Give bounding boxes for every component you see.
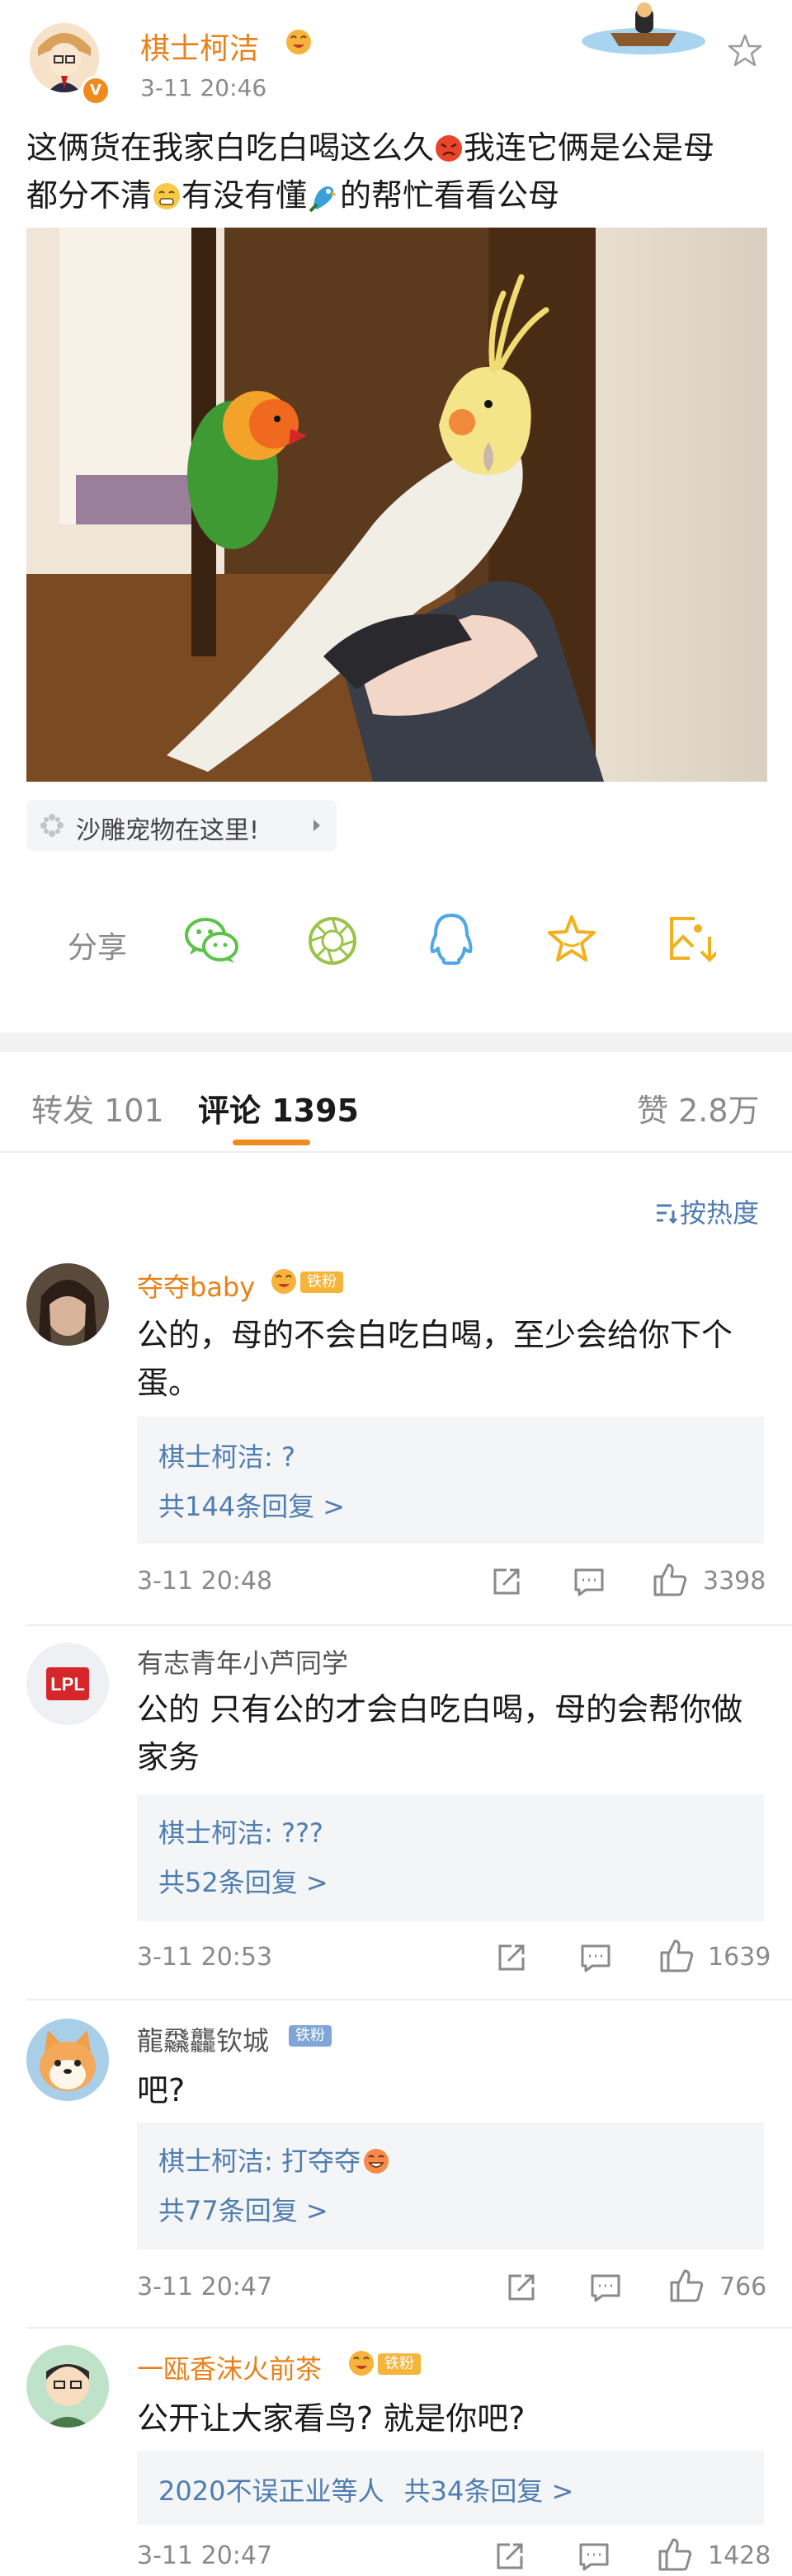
comment-username[interactable]: 一瓯香沫火前茶 [137, 2348, 322, 2386]
repost-icon[interactable] [505, 2271, 538, 2304]
tab-like[interactable]: 赞 2.8万 [637, 1085, 760, 1131]
vip-crown-icon [345, 2347, 378, 2378]
comment-text-line: 家务 [137, 1739, 200, 1775]
topic-icon [38, 811, 66, 839]
comment-icon[interactable] [578, 2540, 610, 2573]
reply-box[interactable]: 棋士柯洁: 打夺夺 共77条回复 > [137, 2122, 764, 2249]
more-replies-link[interactable]: 共52条回复 > [158, 1862, 328, 1900]
comment-text: 公的 只有公的才会白吃白喝，母的会帮你做 家务 [137, 1685, 780, 1781]
angry-emoji-icon [434, 129, 464, 162]
more-replies-link[interactable]: 共34条回复 > [404, 2475, 574, 2507]
topic-chip[interactable]: 沙雕宠物在这里! [26, 800, 337, 851]
topic-arrow-icon [310, 816, 323, 834]
comment-text: 吧? [137, 2072, 186, 2108]
favorite-star-icon[interactable] [726, 31, 764, 69]
comment-avatar[interactable]: LPL [26, 1643, 109, 1725]
comment-avatar[interactable] [26, 2019, 109, 2101]
like-count: 766 [719, 2273, 767, 2301]
like-count: 1639 [708, 1943, 771, 1972]
sort-button[interactable]: 按热度 [655, 1192, 759, 1230]
comment-icon[interactable] [573, 1565, 606, 1598]
comment-avatar[interactable] [26, 2345, 109, 2428]
post-image[interactable] [26, 228, 767, 782]
verified-badge-icon: V [81, 76, 111, 106]
svg-text:LPL: LPL [50, 1674, 85, 1695]
repost-icon[interactable] [493, 2540, 526, 2573]
parrot-emoji-icon [307, 178, 340, 213]
comment-text-line: 公的 只有公的才会白吃白喝，母的会帮你做 [137, 1691, 743, 1728]
save-image-icon[interactable] [665, 912, 719, 966]
comment-username[interactable]: 夺夺baby [137, 1267, 255, 1304]
comment-icon[interactable] [589, 2271, 622, 2304]
grin-emoji-icon [362, 2147, 390, 2175]
repost-icon[interactable] [495, 1941, 528, 1974]
boat-decoration-icon [578, 0, 710, 58]
tab-divider [0, 1151, 792, 1153]
comment-time: 3-11 20:48 [137, 1567, 273, 1596]
comment-username[interactable]: 龍飝龘钦城 [137, 2020, 269, 2058]
moments-icon[interactable] [305, 914, 360, 968]
comment-time: 3-11 20:47 [137, 2541, 273, 2570]
comment-text: 公开让大家看鸟? 就是你吧? [137, 2400, 526, 2437]
post-text-segment: 都分不清 [26, 177, 153, 214]
fan-badge: 铁粉 [300, 1272, 343, 1293]
more-replies-link[interactable]: 共77条回复 > [158, 2190, 328, 2228]
section-divider [0, 1032, 792, 1052]
vip-crown-icon [282, 26, 315, 56]
like-icon[interactable] [668, 2268, 705, 2304]
comment-text-line: 公的，母的不会白吃白喝，至少会给你下个 [137, 1317, 733, 1353]
qq-icon[interactable] [426, 910, 477, 968]
share-label: 分享 [68, 931, 128, 965]
post-author-name[interactable]: 棋士柯洁 [140, 25, 259, 68]
reply-text: 棋士柯洁: ??? [158, 1817, 323, 1849]
repost-icon[interactable] [490, 1565, 523, 1598]
like-count: 1428 [708, 2541, 771, 2570]
comment-text: 公的，母的不会白吃白喝，至少会给你下个 蛋。 [137, 1311, 764, 1407]
post-text-segment: 的帮忙看看公母 [340, 177, 560, 214]
tab-comment[interactable]: 评论 1395 [198, 1085, 359, 1131]
reply-line: 2020不误正业等人 共34条回复 > [158, 2470, 573, 2508]
comment-time: 3-11 20:47 [137, 2273, 273, 2301]
vip-crown-icon [267, 1265, 300, 1296]
favorite-icon[interactable] [544, 912, 599, 966]
post-text-segment: 有没有懂 [182, 177, 308, 214]
like-icon[interactable] [657, 2536, 693, 2573]
sort-label: 按热度 [680, 1197, 760, 1229]
post-text-segment: 这俩货在我家白吃白喝这么久 [26, 129, 435, 166]
reply-box[interactable]: 2020不误正业等人 共34条回复 > [137, 2451, 764, 2525]
comment-time: 3-11 20:53 [137, 1943, 273, 1972]
sort-icon [655, 1199, 680, 1225]
like-icon[interactable] [652, 1562, 688, 1598]
comment-username[interactable]: 有志青年小芦同学 [137, 1643, 348, 1681]
post-time: 3-11 20:46 [140, 74, 267, 101]
comment-divider [26, 1999, 792, 2000]
reply-line: 棋士柯洁: 打夺夺 [158, 2141, 390, 2179]
comment-avatar[interactable] [26, 1263, 109, 1346]
more-replies-link[interactable]: 共144条回复 > [158, 1486, 345, 1524]
tab-repost[interactable]: 转发 101 [31, 1085, 164, 1131]
post-text: 这俩货在我家白吃白喝这么久 我连它俩是公是母 都分不清 有没有懂 的帮忙看看公母 [26, 124, 769, 219]
reply-users[interactable]: 2020不误正业等人 [158, 2475, 384, 2507]
reply-text: 棋士柯洁: 打夺夺 [158, 2146, 361, 2177]
post-text-segment: 我连它俩是公是母 [464, 129, 715, 166]
reply-text: 棋士柯洁: ? [158, 1441, 295, 1473]
fan-badge: 铁粉 [378, 2353, 421, 2375]
like-icon[interactable] [658, 1938, 695, 1974]
comment-divider [26, 2327, 792, 2329]
topic-label: 沙雕宠物在这里! [76, 816, 260, 845]
reply-box[interactable]: 棋士柯洁: ??? 共52条回复 > [137, 1794, 764, 1921]
wechat-icon[interactable] [183, 914, 241, 968]
grimace-emoji-icon [152, 176, 182, 209]
comment-icon[interactable] [579, 1941, 612, 1974]
reply-box[interactable]: 棋士柯洁: ? 共144条回复 > [137, 1417, 764, 1544]
comment-text-line: 蛋。 [137, 1365, 200, 1401]
comment-divider [26, 1624, 792, 1626]
fan-badge: 铁粉 [289, 2025, 332, 2047]
like-count: 3398 [703, 1567, 766, 1596]
tab-comment-indicator [233, 1140, 310, 1145]
